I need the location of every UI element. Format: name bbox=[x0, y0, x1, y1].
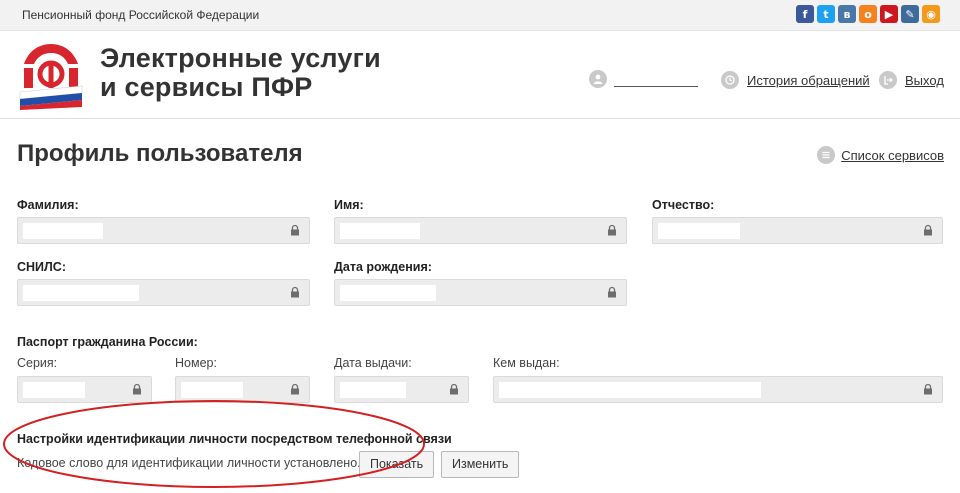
lock-icon bbox=[924, 383, 932, 395]
series-field bbox=[17, 376, 152, 403]
site-title-line2: и сервисы ПФР bbox=[100, 72, 313, 102]
site-title-line1: Электронные услуги bbox=[100, 43, 381, 73]
surname-label: Фамилия: bbox=[17, 198, 79, 212]
issue-date-field bbox=[334, 376, 469, 403]
redacted-value bbox=[340, 223, 420, 239]
logout-icon bbox=[879, 71, 897, 89]
lock-icon bbox=[291, 224, 299, 236]
number-label: Номер: bbox=[175, 356, 217, 370]
youtube-icon[interactable]: ▶ bbox=[880, 5, 898, 23]
lock-icon bbox=[924, 224, 932, 236]
lock-icon bbox=[608, 286, 616, 298]
page-title: Профиль пользователя bbox=[17, 140, 303, 167]
redacted-value bbox=[499, 382, 761, 398]
name-label: Имя: bbox=[334, 198, 364, 212]
facebook-icon[interactable]: f bbox=[796, 5, 814, 23]
number-field bbox=[175, 376, 310, 403]
passport-heading: Паспорт гражданина России: bbox=[17, 335, 198, 349]
show-button[interactable]: Показать bbox=[359, 451, 435, 478]
lock-icon bbox=[133, 383, 141, 395]
user-icon bbox=[589, 70, 607, 88]
patronymic-field bbox=[652, 217, 943, 244]
surname-field bbox=[17, 217, 310, 244]
redacted-value bbox=[23, 382, 85, 398]
list-icon bbox=[817, 146, 836, 164]
issued-by-field bbox=[493, 376, 943, 403]
birthdate-field bbox=[334, 279, 627, 306]
lock-icon bbox=[291, 383, 299, 395]
redacted-value bbox=[340, 285, 436, 301]
redacted-value bbox=[340, 382, 406, 398]
top-strip: Пенсионный фонд Российской Федерации ftв… bbox=[0, 0, 960, 31]
identification-status: Кодовое слово для идентификации личности… bbox=[17, 456, 361, 470]
history-icon bbox=[721, 71, 739, 89]
twitter-icon[interactable]: t bbox=[817, 5, 835, 23]
snils-label: СНИЛС: bbox=[17, 260, 66, 274]
name-field bbox=[334, 217, 627, 244]
logout-link[interactable]: Выход bbox=[879, 71, 944, 89]
site-title: Электронные услуги и сервисы ПФР bbox=[100, 44, 381, 102]
change-button[interactable]: Изменить bbox=[441, 451, 520, 478]
lock-icon bbox=[450, 383, 458, 395]
patronymic-label: Отчество: bbox=[652, 198, 715, 212]
redacted-value bbox=[23, 285, 139, 301]
issue-date-label: Дата выдачи: bbox=[334, 356, 412, 370]
history-link[interactable]: История обращений bbox=[721, 71, 870, 89]
lock-icon bbox=[291, 286, 299, 298]
livejournal-icon[interactable]: ✎ bbox=[901, 5, 919, 23]
services-list-link[interactable]: Список сервисов bbox=[817, 146, 944, 164]
username-placeholder bbox=[614, 72, 698, 87]
services-list-label[interactable]: Список сервисов bbox=[841, 148, 944, 163]
vk-icon[interactable]: в bbox=[838, 5, 856, 23]
lock-icon bbox=[608, 224, 616, 236]
pfr-logo[interactable] bbox=[16, 40, 86, 110]
social-links: f t в о ▶ ✎ ◉ bbox=[796, 5, 940, 23]
logout-link-label[interactable]: Выход bbox=[905, 73, 944, 88]
user-menu[interactable] bbox=[589, 70, 698, 88]
issued-by-label: Кем выдан: bbox=[493, 356, 560, 370]
history-link-label[interactable]: История обращений bbox=[747, 73, 870, 88]
org-name: Пенсионный фонд Российской Федерации bbox=[22, 8, 260, 22]
redacted-value bbox=[658, 223, 740, 239]
snils-field bbox=[17, 279, 310, 306]
rss-icon[interactable]: ◉ bbox=[922, 5, 940, 23]
series-label: Серия: bbox=[17, 356, 58, 370]
birthdate-label: Дата рождения: bbox=[334, 260, 432, 274]
redacted-value bbox=[23, 223, 103, 239]
header-divider bbox=[0, 118, 960, 119]
identification-title: Настройки идентификации личности посредс… bbox=[17, 432, 452, 446]
odnoklassniki-icon[interactable]: о bbox=[859, 5, 877, 23]
redacted-value bbox=[181, 382, 243, 398]
